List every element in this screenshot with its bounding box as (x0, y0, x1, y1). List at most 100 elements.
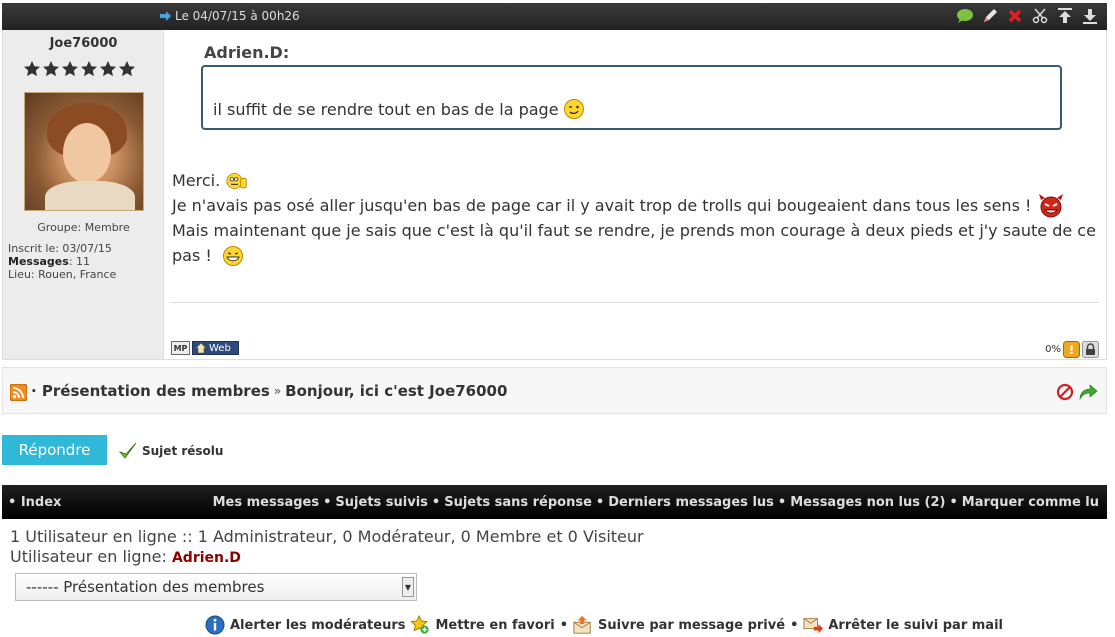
nav-link-unanswered-topics[interactable]: Sujets sans réponse (444, 495, 592, 510)
author-registered: Inscrit le: 03/07/15 (8, 242, 112, 255)
scissors-icon[interactable] (1031, 7, 1049, 25)
nav-link-last-read[interactable]: Derniers messages lus (608, 495, 774, 510)
author-location: Lieu: Rouen, France (8, 268, 117, 281)
follow-by-pm-link[interactable]: Suivre par message privé (598, 618, 785, 633)
star-icon (43, 61, 59, 77)
grin-smiley-icon (222, 245, 243, 266)
lock-icon[interactable] (1082, 341, 1099, 358)
breadcrumb: · Présentation des membres » Bonjour, ic… (31, 382, 507, 400)
dropdown-caret-icon[interactable]: ▼ (402, 577, 414, 597)
author-messages-value: : 11 (68, 255, 91, 268)
breadcrumb-forum[interactable]: · Présentation des membres (31, 382, 270, 400)
forum-jump-selected: ------ Présentation des membres (26, 578, 265, 596)
rank-stars (23, 60, 136, 78)
post-header-bar: Le 04/07/15 à 00h26 (2, 3, 1107, 30)
quote-text-row: il suffit de se rendre tout en bas de la… (213, 98, 585, 120)
home-icon (195, 342, 207, 354)
post-message: Merci. Je n'avais pas osé aller jusqu'en… (172, 168, 1097, 268)
wink-smiley-icon (563, 99, 584, 119)
nav-link-unread[interactable]: Messages non lus (2) (790, 495, 945, 510)
author-group: Groupe: Membre (37, 221, 130, 234)
nav-bullet: • (949, 495, 958, 510)
quote-text: il suffit de se rendre tout en bas de la… (213, 99, 559, 119)
solved-topic-indicator[interactable]: Sujet résolu (118, 441, 223, 461)
star-icon (119, 61, 135, 77)
post-date: Le 04/07/15 à 00h26 (160, 9, 300, 23)
nav-link-mark-read[interactable]: Marquer comme lu (962, 495, 1099, 510)
nav-bullet: • (777, 495, 787, 510)
private-message-button[interactable]: MP (171, 341, 190, 355)
nav-index-link[interactable]: • Index (8, 495, 61, 510)
to-top-icon[interactable] (1056, 7, 1074, 25)
message-line-4: pas ! (172, 246, 212, 265)
star-icon (24, 61, 40, 77)
nav-bullet: • (595, 495, 605, 510)
message-line-2: Je n'avais pas osé aller jusqu'en bas de… (172, 196, 1032, 215)
online-user-admin[interactable]: Adrien.D (172, 550, 241, 566)
topic-title[interactable]: Bonjour, ici c'est Joe76000 (285, 382, 507, 400)
post-date-text: Le 04/07/15 à 00h26 (175, 9, 300, 23)
info-icon (205, 615, 225, 635)
post-contact-links: MP Web (171, 341, 239, 355)
forum-nav-bar: • Index Mes messages • Sujets suivis • S… (2, 485, 1107, 519)
author-meta: Inscrit le: 03/07/15 Messages: 11 Lieu: … (8, 242, 116, 281)
report-icon[interactable]: ! (1063, 341, 1080, 358)
stop-mail-icon (803, 615, 824, 635)
delete-icon[interactable] (1006, 7, 1024, 25)
online-users: 1 Utilisateur en ligne :: 1 Administrate… (10, 527, 644, 568)
forward-arrow-icon[interactable] (1078, 383, 1098, 401)
follow-pm-icon (573, 615, 593, 635)
message-line: Mais maintenant que je sais que c'est là… (172, 218, 1097, 243)
author-username[interactable]: Joe76000 (3, 36, 164, 51)
topic-bar: · Présentation des membres » Bonjour, ic… (2, 367, 1107, 414)
breadcrumb-separator: » (273, 384, 282, 398)
reply-button[interactable]: Répondre (2, 435, 107, 465)
post-body: Joe76000 Groupe: Membre Inscrit le: 03/0… (2, 30, 1107, 360)
avatar (24, 92, 144, 211)
nav-link-my-messages[interactable]: Mes messages (213, 495, 320, 510)
star-icon (62, 61, 78, 77)
quote-icon[interactable] (956, 7, 974, 25)
checkmark-icon (118, 442, 137, 459)
stop-mail-follow-link[interactable]: Arrêter le suivi par mail (828, 618, 1003, 633)
thumbs-up-smiley-icon (226, 172, 247, 189)
message-line: pas ! (172, 243, 1097, 268)
solved-label: Sujet résolu (142, 444, 224, 458)
online-summary: 1 Utilisateur en ligne :: 1 Administrate… (10, 527, 644, 546)
devil-smiley-icon (1039, 193, 1064, 217)
star-icon (81, 61, 97, 77)
edit-icon[interactable] (981, 7, 999, 25)
quote-author: Adrien.D: (204, 43, 290, 62)
to-bottom-icon[interactable] (1081, 7, 1099, 25)
forum-jump-select[interactable]: ------ Présentation des membres ▼ (15, 573, 417, 601)
message-line: Merci. (172, 168, 1097, 193)
star-icon (100, 61, 116, 77)
arrow-right-icon (160, 11, 171, 21)
favorite-star-icon (410, 614, 430, 635)
post-rating: 0% ! (1045, 341, 1099, 358)
message-line-3: Mais maintenant que je sais que c'est là… (172, 221, 1096, 240)
blocked-icon[interactable] (1056, 383, 1074, 401)
topic-bottom-actions: Alerter les modérateurs Mettre en favori… (205, 614, 1003, 635)
rating-percent: 0% (1045, 344, 1061, 355)
online-list: Utilisateur en ligne: Adrien.D (10, 547, 644, 568)
action-bullet: • (790, 617, 799, 633)
author-messages-label: Messages (8, 255, 69, 268)
nav-bullet: • (323, 495, 332, 510)
nav-links: Mes messages • Sujets suivis • Sujets sa… (213, 495, 1099, 510)
svg-text:!: ! (1069, 343, 1074, 357)
rss-icon[interactable] (10, 384, 27, 401)
action-bullet: • (559, 617, 569, 633)
add-favorite-link[interactable]: Mettre en favori (435, 618, 554, 633)
post-content: Adrien.D: il suffit de se rendre tout en… (169, 30, 1105, 359)
message-line: Je n'avais pas osé aller jusqu'en bas de… (172, 193, 1097, 218)
alert-moderators-link[interactable]: Alerter les modérateurs (230, 618, 405, 633)
post-divider (171, 302, 1099, 303)
quote-box: il suffit de se rendre tout en bas de la… (201, 65, 1062, 130)
author-profile: Joe76000 Groupe: Membre Inscrit le: 03/0… (3, 30, 164, 359)
website-button[interactable]: Web (192, 341, 239, 355)
author-messages: Messages: 11 (8, 255, 116, 268)
nav-link-followed-topics[interactable]: Sujets suivis (335, 495, 428, 510)
post-tools (956, 7, 1099, 25)
nav-bullet: • (431, 495, 441, 510)
